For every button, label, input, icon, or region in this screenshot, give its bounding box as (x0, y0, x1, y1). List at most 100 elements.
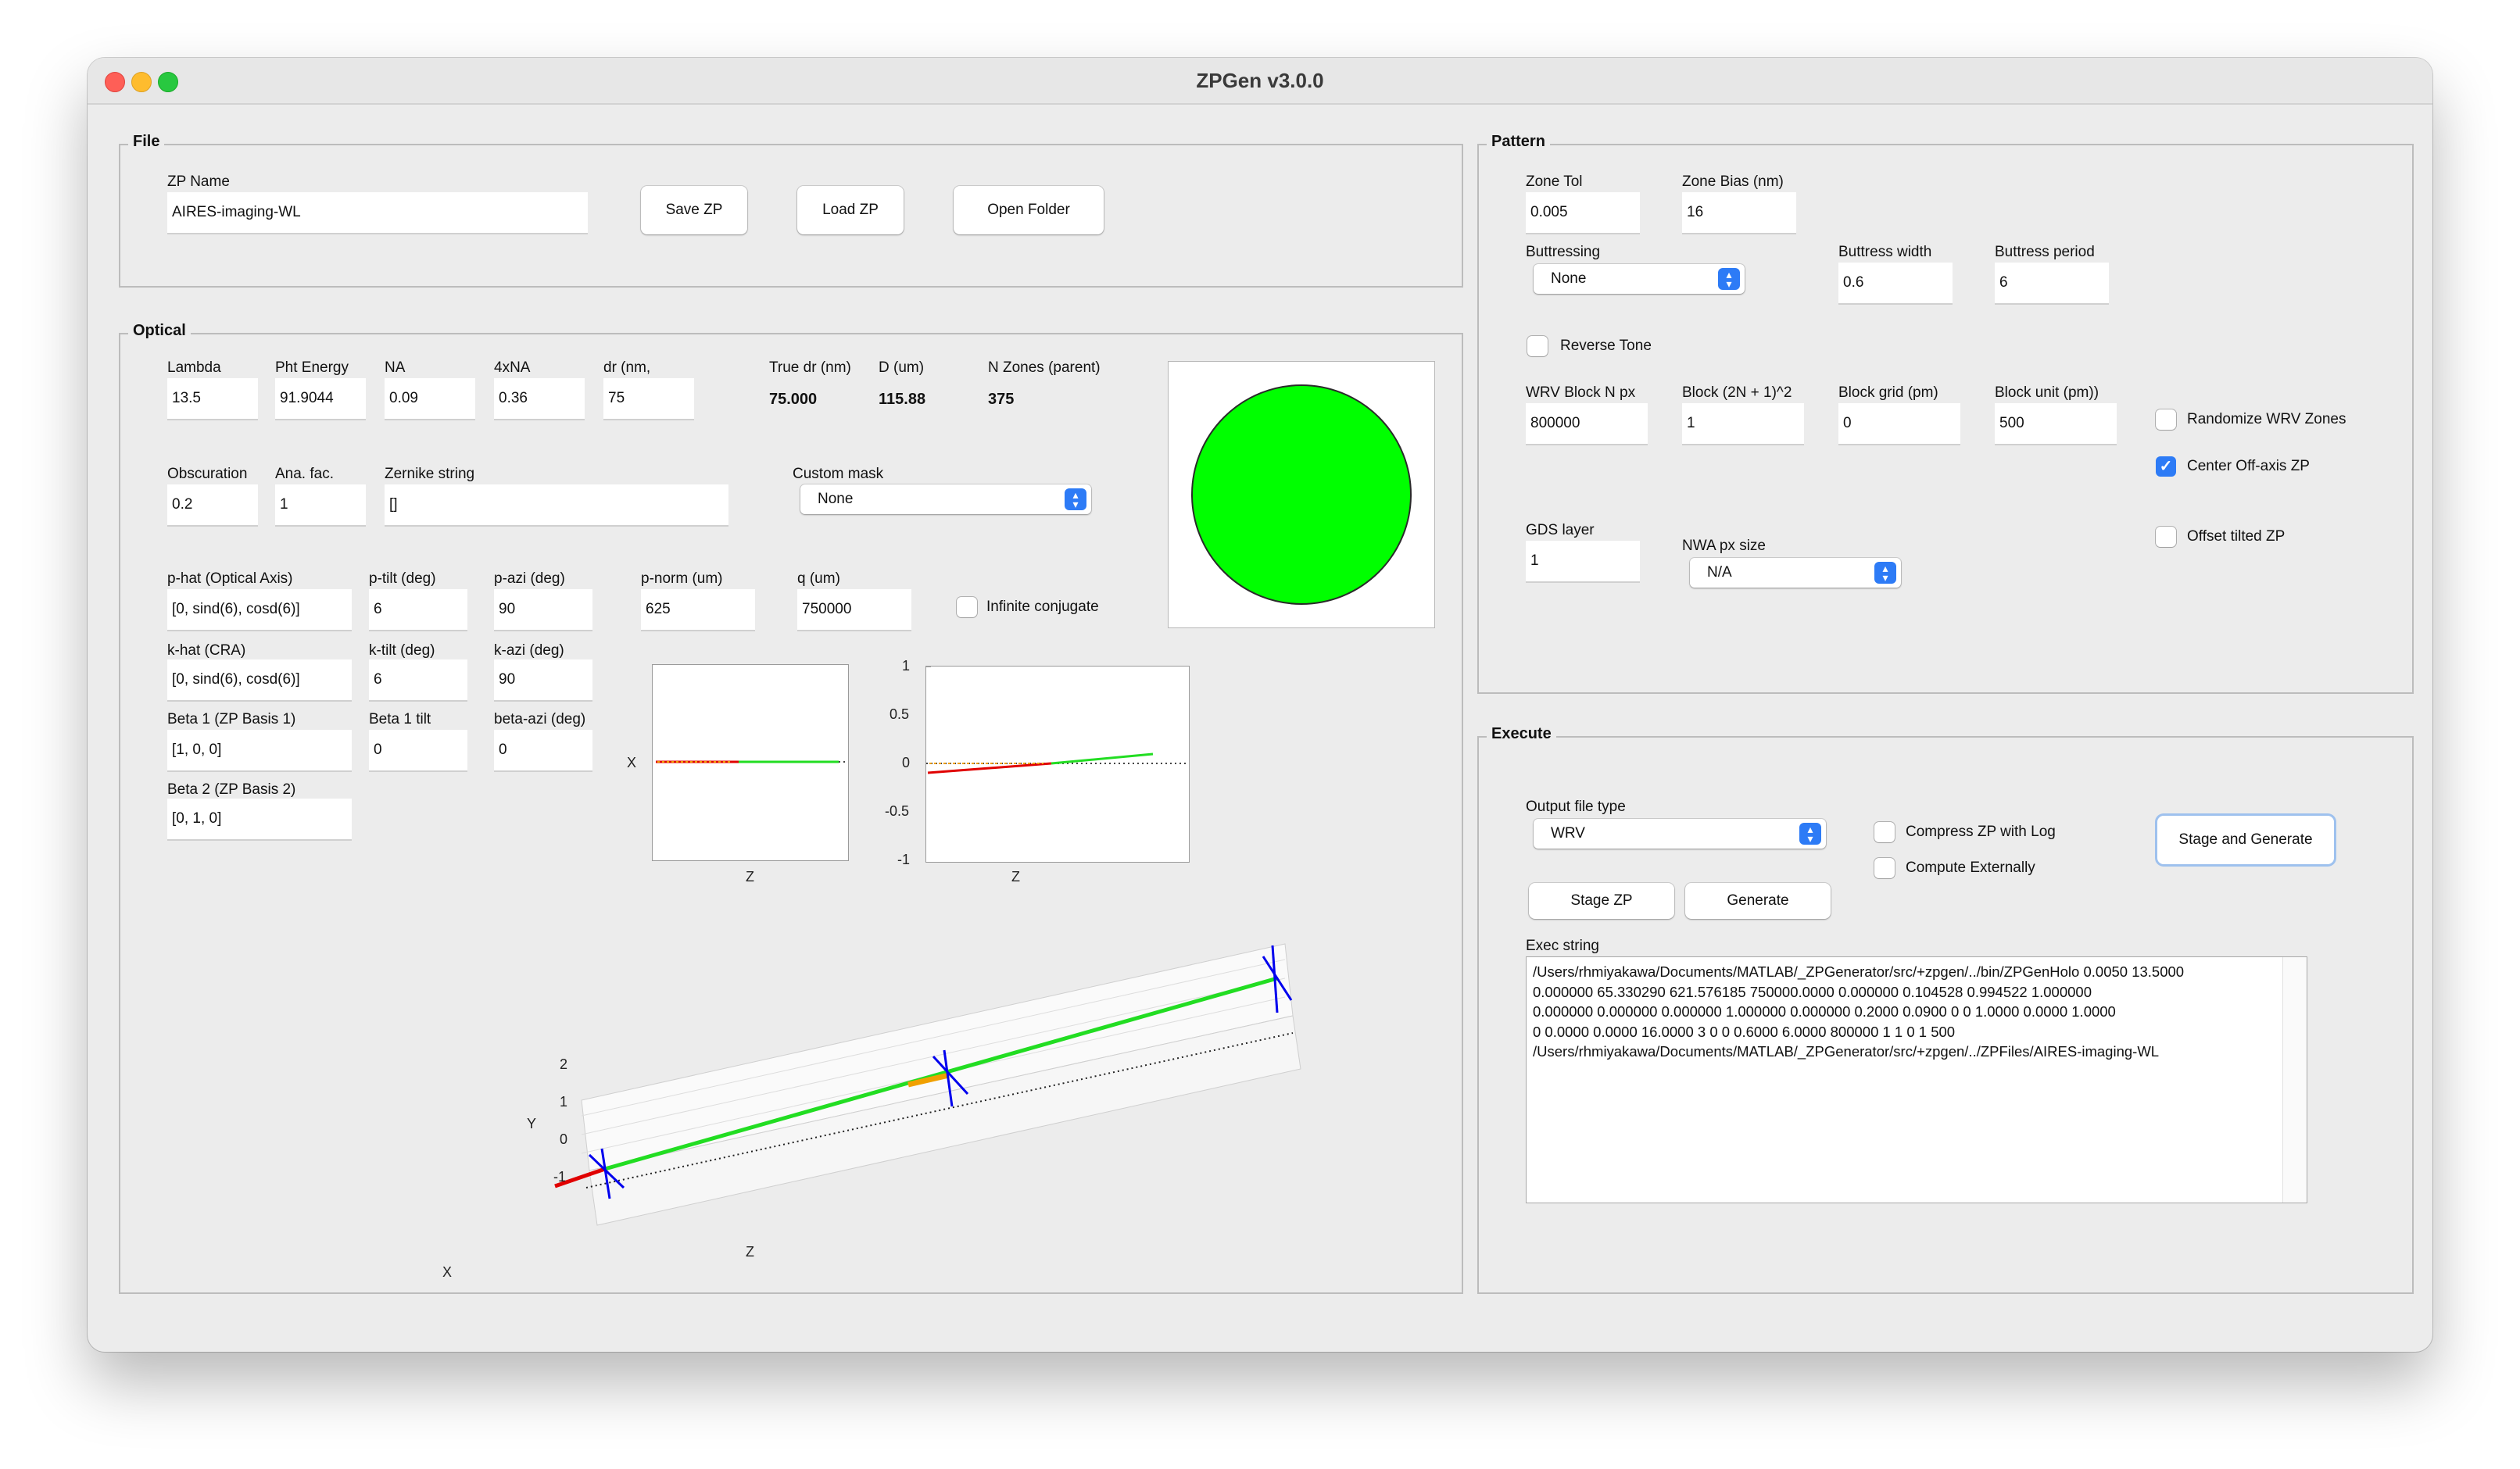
offset-tilted-checkbox[interactable] (2156, 527, 2176, 547)
buttressing-select[interactable]: None ▴ ▾ (1534, 264, 1745, 294)
custom-mask-select[interactable]: None ▴ ▾ (800, 484, 1091, 514)
p-norm-input[interactable]: 625 (641, 589, 755, 631)
exec-string-textarea[interactable]: /Users/rhmiyakawa/Documents/MATLAB/_ZPGe… (1526, 956, 2307, 1203)
buttressing-label: Buttressing (1526, 244, 1601, 260)
zp-name-input[interactable]: AIRES-imaging-WL (167, 192, 588, 234)
plot2-axes (925, 666, 1190, 863)
4xna-input[interactable]: 0.36 (494, 378, 585, 420)
beta1-tilt-input[interactable]: 0 (369, 730, 467, 772)
reverse-tone-checkbox[interactable] (1527, 336, 1548, 356)
pattern-panel: Pattern Zone Tol 0.005 Zone Bias (nm) 16… (1477, 133, 2414, 694)
lambda-label: Lambda (167, 359, 221, 376)
na-input[interactable]: 0.09 (385, 378, 475, 420)
p-hat-input[interactable]: [0, sind(6), cosd(6)] (167, 589, 352, 631)
zernike-input[interactable]: [] (385, 484, 728, 527)
beta-azi-input[interactable]: 0 (494, 730, 592, 772)
p-hat-label: p-hat (Optical Axis) (167, 570, 293, 587)
save-zp-button[interactable]: Save ZP (641, 186, 747, 234)
stage-and-generate-button[interactable]: Stage and Generate (2157, 816, 2334, 864)
block-unit-label: Block unit (pm)) (1995, 384, 2099, 401)
infinite-conjugate-label: Infinite conjugate (986, 599, 1099, 615)
gds-layer-label: GDS layer (1526, 522, 1595, 538)
load-zp-button[interactable]: Load ZP (797, 186, 904, 234)
zone-tol-label: Zone Tol (1526, 173, 1583, 190)
n-zones-value: 375 (988, 391, 1015, 408)
center-offaxis-label: Center Off-axis ZP (2187, 458, 2310, 474)
obscuration-input[interactable]: 0.2 (167, 484, 258, 527)
pht-energy-label: Pht Energy (275, 359, 349, 376)
plot2-ytick-3: -0.5 (885, 803, 910, 819)
plot1-ylabel: X (627, 755, 637, 770)
k-azi-input[interactable]: 90 (494, 659, 592, 702)
ana-fac-input[interactable]: 1 (275, 484, 366, 527)
exec-scrollbar[interactable] (2282, 957, 2307, 1203)
q-label: q (um) (797, 570, 840, 587)
zone-bias-input[interactable]: 16 (1682, 192, 1796, 234)
compress-zp-checkbox[interactable] (1874, 822, 1895, 842)
center-offaxis-checkbox[interactable]: ✓ (2156, 456, 2176, 477)
plot2-ytick-1: 0.5 (890, 706, 910, 722)
offset-tilted-label: Offset tilted ZP (2187, 528, 2286, 545)
k-hat-input[interactable]: [0, sind(6), cosd(6)] (167, 659, 352, 702)
beta2-input[interactable]: [0, 1, 0] (167, 799, 352, 841)
optical-panel: Optical Lambda 13.5 Pht Energy 91.9044 N… (119, 322, 1463, 1294)
pht-energy-input[interactable]: 91.9044 (275, 378, 366, 420)
p-tilt-input[interactable]: 6 (369, 589, 467, 631)
zernike-label: Zernike string (385, 466, 475, 482)
dr-input[interactable]: 75 (603, 378, 694, 420)
plot1-xlabel: Z (746, 869, 754, 885)
plot2-red-ray (927, 762, 1052, 774)
buttress-width-input[interactable]: 0.6 (1838, 263, 1953, 305)
buttress-period-input[interactable]: 6 (1995, 263, 2109, 305)
plot2-ytick-4: -1 (897, 852, 911, 867)
block-input[interactable]: 1 (1682, 403, 1804, 445)
custom-mask-label: Custom mask (793, 466, 884, 482)
exec-line: 0 0.0000 0.0000 16.0000 3 0 0 0.6000 6.0… (1533, 1023, 1956, 1040)
zp-name-label: ZP Name (167, 173, 230, 190)
block-label: Block (2N + 1)^2 (1682, 384, 1792, 401)
optical-panel-title: Optical (128, 322, 191, 340)
d-value: 115.88 (879, 391, 926, 408)
beta1-label: Beta 1 (ZP Basis 1) (167, 711, 296, 727)
plot3d-ytick-2: 0 (560, 1131, 568, 1147)
q-input[interactable]: 750000 (797, 589, 911, 631)
p-tilt-label: p-tilt (deg) (369, 570, 436, 587)
buttress-width-label: Buttress width (1838, 244, 1932, 260)
gds-layer-input[interactable]: 1 (1526, 541, 1640, 583)
stage-zp-button[interactable]: Stage ZP (1529, 883, 1674, 919)
zone-tol-input[interactable]: 0.005 (1526, 192, 1640, 234)
lambda-input[interactable]: 13.5 (167, 378, 258, 420)
na-label: NA (385, 359, 406, 376)
compute-externally-checkbox[interactable] (1874, 858, 1895, 878)
generate-button[interactable]: Generate (1685, 883, 1831, 919)
file-panel-title: File (128, 133, 165, 151)
execute-panel-title: Execute (1487, 725, 1556, 743)
beta1-input[interactable]: [1, 0, 0] (167, 730, 352, 772)
chevron-updown-icon: ▴ ▾ (1718, 268, 1740, 290)
exec-string-label: Exec string (1526, 938, 1599, 954)
output-type-select[interactable]: WRV ▴ ▾ (1534, 819, 1826, 849)
block-grid-label: Block grid (pm) (1838, 384, 1938, 401)
p-azi-input[interactable]: 90 (494, 589, 592, 631)
window-title: ZPGen v3.0.0 (1196, 69, 1324, 92)
nwa-px-select[interactable]: N/A ▴ ▾ (1690, 558, 1901, 588)
buttressing-value: None (1551, 270, 1587, 287)
block-grid-input[interactable]: 0 (1838, 403, 1960, 445)
plot3d-ytick-0: 2 (560, 1056, 568, 1072)
reverse-tone-label: Reverse Tone (1560, 338, 1652, 354)
exec-line: /Users/rhmiyakawa/Documents/MATLAB/_ZPGe… (1533, 963, 2185, 980)
zp-preview (1191, 384, 1412, 605)
randomize-wrv-label: Randomize WRV Zones (2187, 411, 2346, 427)
k-tilt-input[interactable]: 6 (369, 659, 467, 702)
wrv-block-n-label: WRV Block N px (1526, 384, 1636, 401)
block-unit-input[interactable]: 500 (1995, 403, 2117, 445)
plot3d-ytick-3: -1 (553, 1169, 567, 1185)
k-hat-label: k-hat (CRA) (167, 642, 246, 659)
plot3d-zlabel: Z (746, 1244, 754, 1260)
open-folder-button[interactable]: Open Folder (954, 186, 1104, 234)
infinite-conjugate-checkbox[interactable] (957, 597, 977, 617)
wrv-block-n-input[interactable]: 800000 (1526, 403, 1648, 445)
plot2-svg (926, 666, 1189, 774)
chevron-updown-icon: ▴ ▾ (1065, 488, 1086, 510)
randomize-wrv-checkbox[interactable] (2156, 409, 2176, 430)
